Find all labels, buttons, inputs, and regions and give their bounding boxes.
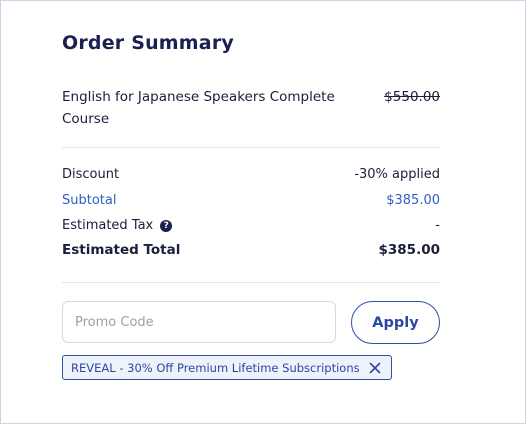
subtotal-label: Subtotal: [62, 193, 117, 208]
apply-button[interactable]: Apply: [351, 301, 440, 344]
subtotal-row: Subtotal $385.00: [62, 193, 440, 208]
subtotal-value: $385.00: [386, 193, 440, 208]
applied-promo-label: REVEAL - 30% Off Premium Lifetime Subscr…: [71, 360, 360, 375]
divider: [62, 282, 440, 283]
applied-promo-tag: REVEAL - 30% Off Premium Lifetime Subscr…: [62, 355, 392, 380]
order-summary-card: Order Summary English for Japanese Speak…: [0, 0, 526, 424]
item-name: English for Japanese Speakers Complete C…: [62, 89, 335, 127]
divider: [62, 147, 440, 148]
close-icon[interactable]: [369, 362, 381, 374]
estimated-tax-label-group: Estimated Tax?: [62, 218, 173, 233]
discount-value: -30% applied: [354, 167, 440, 182]
promo-code-input[interactable]: [62, 301, 336, 343]
order-summary-title: Order Summary: [62, 32, 234, 54]
estimated-tax-label: Estimated Tax: [62, 218, 154, 233]
item-original-price: $550.00: [384, 89, 440, 105]
estimated-total-row: Estimated Total $385.00: [62, 242, 440, 258]
estimated-total-value: $385.00: [378, 242, 441, 258]
estimated-tax-row: Estimated Tax? -: [62, 218, 440, 233]
discount-label: Discount: [62, 167, 120, 182]
discount-row: Discount -30% applied: [62, 167, 440, 182]
estimated-tax-value: -: [435, 218, 440, 233]
order-item: English for Japanese Speakers Complete C…: [62, 86, 440, 130]
question-circle-icon[interactable]: ?: [160, 219, 173, 232]
estimated-total-label: Estimated Total: [62, 242, 181, 258]
